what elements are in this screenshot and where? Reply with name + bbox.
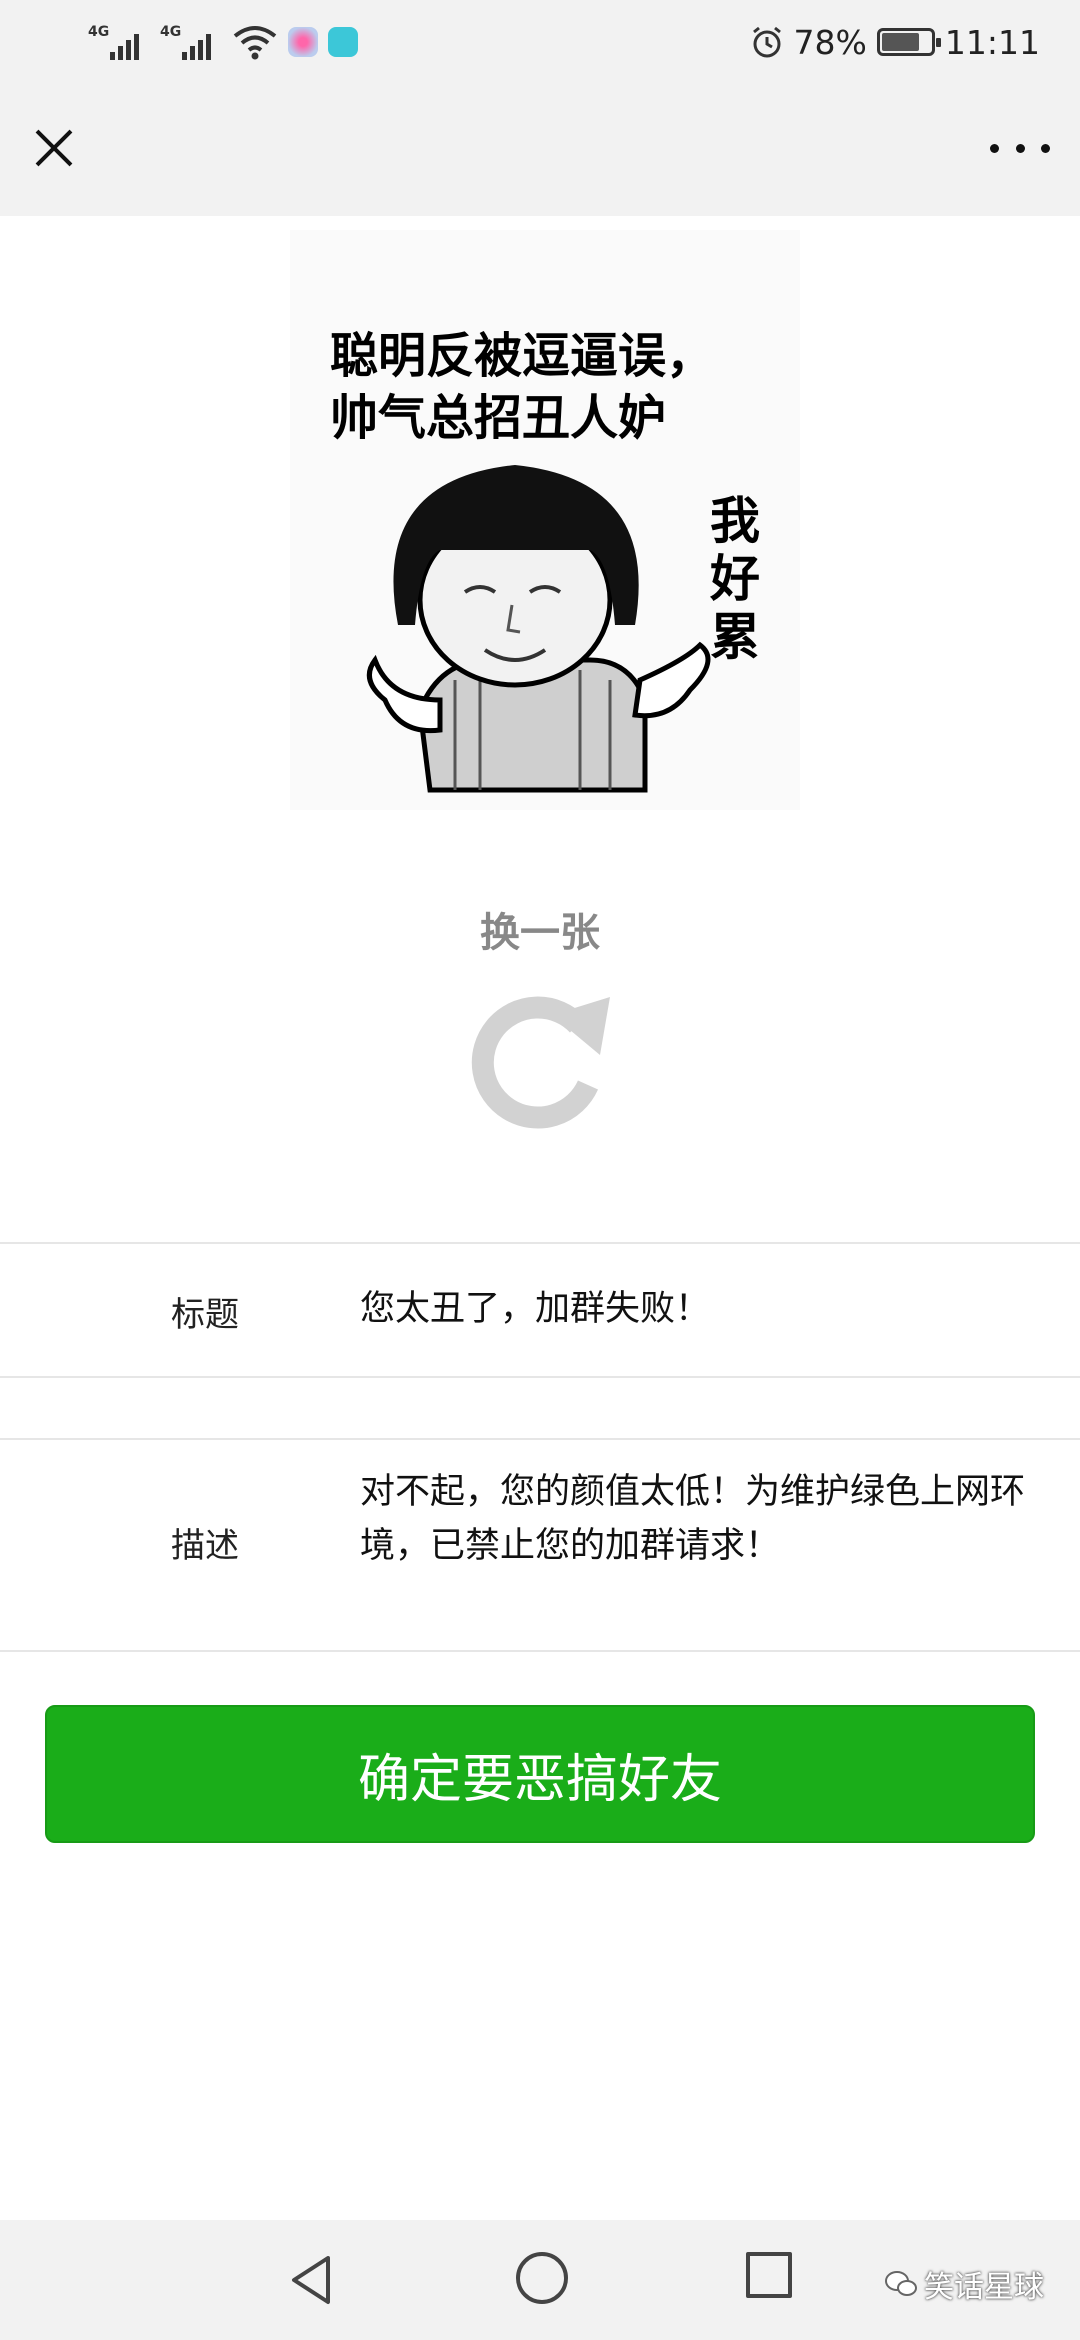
desc-label: 描述 [171,1526,239,1566]
refresh-icon[interactable] [460,985,620,1135]
confirm-prank-button[interactable]: 确定要恶搞好友 [45,1705,1035,1843]
status-right: 78% 11:11 [750,18,1040,66]
refresh-label[interactable]: 换一张 [390,900,690,958]
notification-app-icon [288,27,318,57]
meme-image: 聪明反被逗逼误， 帅气总招丑人妒 我 好 累 [290,230,800,810]
battery-percent: 78% [793,22,867,62]
divider [0,1650,1080,1652]
signal-icon-1: 4G [88,20,150,64]
close-icon[interactable] [26,120,82,176]
watermark: 笑话星球 [884,2262,1044,2306]
wifi-icon [233,26,277,60]
status-bar: 4G 4G 78% 11:11 [0,0,1080,84]
desc-input[interactable]: 对不起，您的颜值太低！为维护绿色上网环境，已禁止您的加群请求！ [360,1465,1040,1573]
nav-bar [0,84,1080,216]
meme-caption: 聪明反被逗逼误， 帅气总招丑人妒 [330,328,715,446]
more-icon[interactable] [990,130,1050,166]
divider [0,1438,1080,1440]
divider [0,1242,1080,1244]
alarm-icon [752,26,781,58]
signal-icon-2: 4G [160,20,222,64]
back-icon[interactable] [282,2250,342,2310]
status-left: 4G 4G [88,18,358,66]
home-icon[interactable] [516,2252,568,2304]
divider [0,1376,1080,1378]
battery-icon [876,28,941,56]
battery-fill [881,33,920,51]
title-input[interactable]: 您太丑了，加群失败！ [360,1282,1040,1336]
network-type-2: 4G [160,24,182,40]
network-type-1: 4G [88,24,110,40]
wechat-icon [885,2271,917,2296]
recent-apps-icon[interactable] [746,2252,792,2298]
watermark-text: 笑话星球 [924,2270,1044,2305]
meme-side-text: 我 好 累 [710,492,760,666]
title-label: 标题 [171,1295,239,1335]
clock: 11:11 [944,22,1040,62]
notification-app-icon-2 [328,27,358,57]
